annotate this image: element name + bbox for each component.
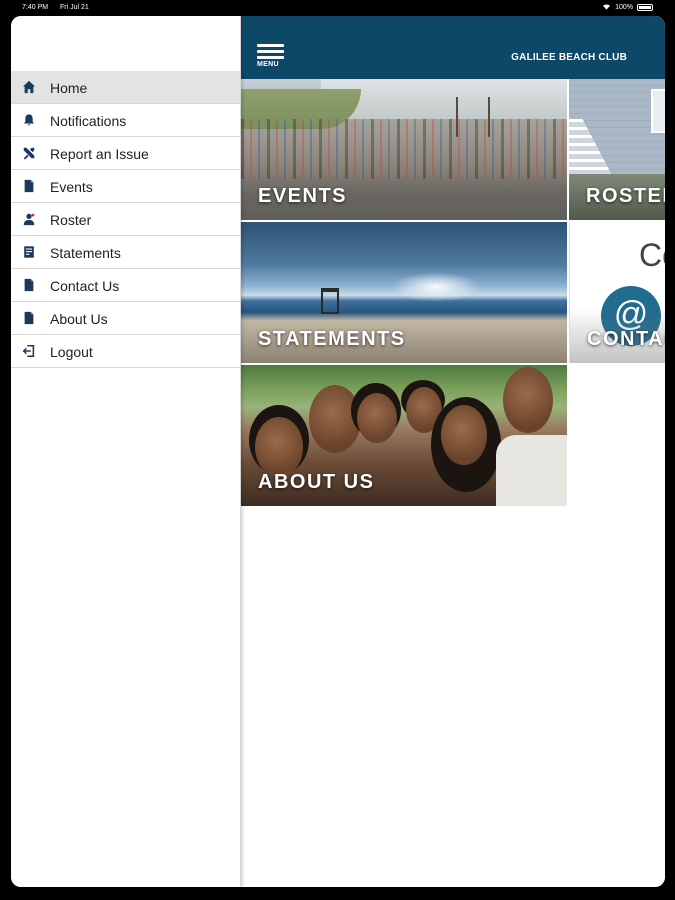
document-icon [21, 178, 37, 194]
drawer-item-about-us[interactable]: About Us [11, 302, 240, 335]
hamburger-icon [257, 44, 284, 47]
events-tile[interactable]: EVENTS [241, 79, 567, 220]
statements-tile-label: STATEMENTS [258, 328, 406, 350]
drawer-item-notifications[interactable]: Notifications [11, 104, 240, 137]
contact-tile-label: CONTACT [587, 328, 665, 350]
club-title: GALILEE BEACH CLUB [511, 52, 627, 63]
drawer-item-label: About Us [50, 310, 108, 327]
status-bar: 7:40 PM Fri Jul 21 100% [0, 0, 675, 16]
app-screen: Home Notifications Report an Issue Event… [11, 16, 665, 887]
drawer-item-label: Home [50, 79, 88, 96]
battery-percent: 100% [615, 4, 633, 11]
drawer-item-label: Report an Issue [50, 145, 149, 162]
tools-icon [21, 145, 37, 161]
contact-tile-heading: Co [639, 237, 665, 273]
status-time: 7:40 PM [22, 4, 49, 11]
wifi-icon [602, 3, 611, 12]
drawer-item-home[interactable]: Home [11, 71, 240, 104]
drawer-item-label: Logout [50, 343, 93, 360]
drawer-item-contact-us[interactable]: Contact Us [11, 269, 240, 302]
lifeguard-chair [321, 288, 339, 314]
logout-icon [21, 343, 37, 359]
drawer-item-label: Events [50, 178, 93, 195]
drawer-item-label: Roster [50, 211, 92, 228]
person-icon [21, 211, 37, 227]
about-us-tile[interactable]: ABOUT US [241, 365, 567, 506]
drawer-menu: Home Notifications Report an Issue Event… [11, 71, 240, 368]
side-drawer: Home Notifications Report an Issue Event… [11, 16, 241, 887]
home-icon [21, 79, 37, 95]
drawer-item-statements[interactable]: Statements [11, 236, 240, 269]
menu-button[interactable]: MENU [257, 44, 284, 72]
drawer-item-label: Notifications [50, 112, 127, 129]
drawer-item-label: Contact Us [50, 277, 120, 294]
document-icon [21, 277, 37, 293]
app-header: MENU GALILEE BEACH CLUB [241, 16, 665, 79]
about-us-tile-label: ABOUT US [258, 471, 375, 493]
events-tile-label: EVENTS [258, 185, 348, 207]
drawer-item-events[interactable]: Events [11, 170, 240, 203]
roster-tile-label: ROSTER [586, 185, 665, 207]
status-date: Fri Jul 21 [60, 4, 89, 11]
battery-icon [637, 4, 653, 11]
drawer-item-report-issue[interactable]: Report an Issue [11, 137, 240, 170]
bell-icon [21, 112, 37, 128]
drawer-item-label: Statements [50, 244, 121, 261]
drawer-item-roster[interactable]: Roster [11, 203, 240, 236]
main-content: MENU GALILEE BEACH CLUB EVENTS ROSTER ST… [241, 16, 665, 887]
contact-tile[interactable]: Co @ CONTACT [569, 222, 665, 363]
drawer-item-logout[interactable]: Logout [11, 335, 240, 368]
document-icon [21, 310, 37, 326]
roster-tile[interactable]: ROSTER [569, 79, 665, 220]
status-right: 100% [602, 3, 653, 12]
statements-tile[interactable]: STATEMENTS [241, 222, 567, 363]
statement-icon [21, 244, 37, 260]
menu-label: MENU [257, 61, 279, 68]
